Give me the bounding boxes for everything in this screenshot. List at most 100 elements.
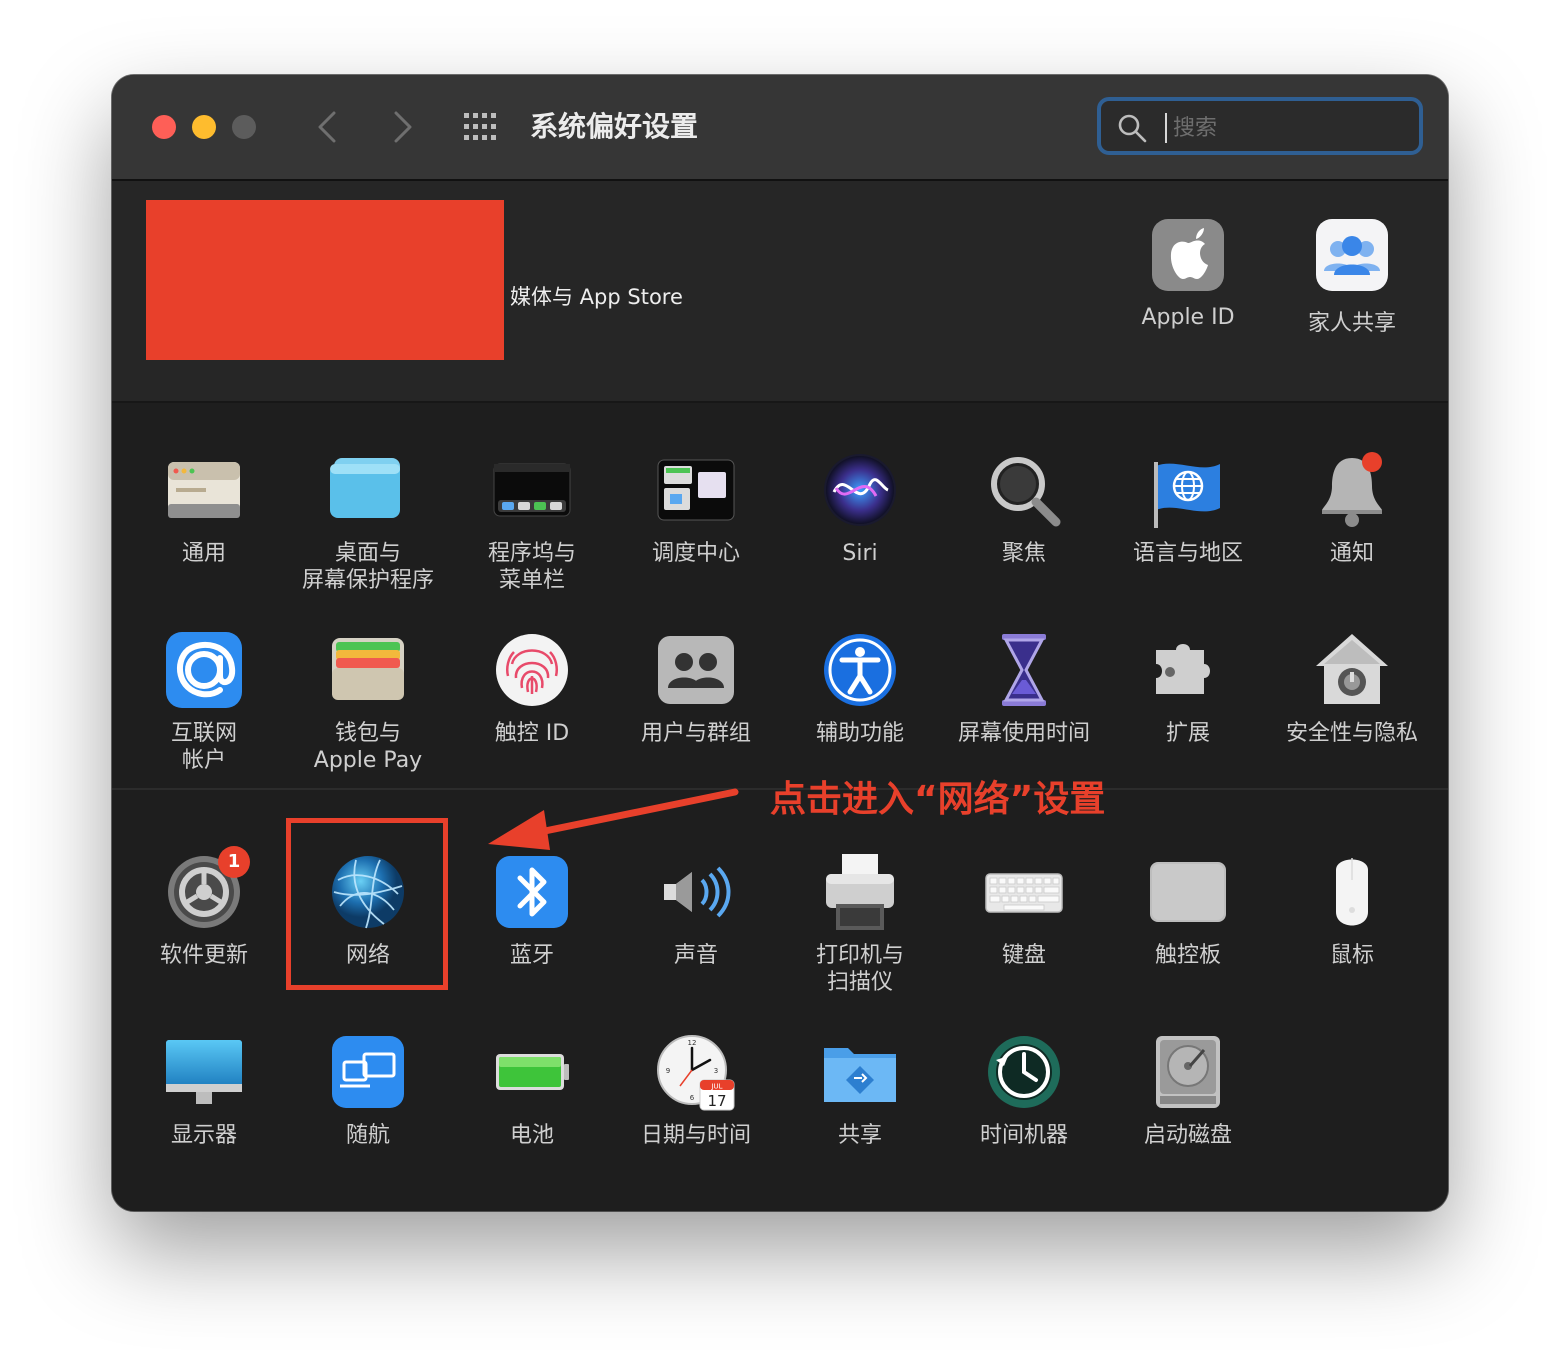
internet-accounts-icon <box>162 628 246 712</box>
pane-screentime[interactable]: 屏幕使用时间 <box>942 628 1106 747</box>
forward-button[interactable] <box>382 105 422 149</box>
battery-icon <box>490 1030 574 1114</box>
pane-label: 时间机器 <box>942 1122 1106 1149</box>
notifications-icon <box>1310 448 1394 532</box>
pane-displays[interactable]: 显示器 <box>122 1030 286 1149</box>
pane-dock[interactable]: 程序坞与 菜单栏 <box>450 448 614 594</box>
svg-text:12: 12 <box>688 1039 697 1047</box>
network-highlight-box <box>286 818 448 990</box>
pane-mouse[interactable]: 鼠标 <box>1270 850 1434 969</box>
pane-language[interactable]: 语言与地区 <box>1106 448 1270 567</box>
pane-notifications[interactable]: 通知 <box>1270 448 1434 567</box>
svg-text:3: 3 <box>714 1067 718 1075</box>
pane-bluetooth[interactable]: 蓝牙 <box>450 850 614 969</box>
pane-desktop[interactable]: 桌面与 屏幕保护程序 <box>286 448 450 594</box>
pane-keyboard[interactable]: 键盘 <box>942 850 1106 969</box>
pane-extensions[interactable]: 扩展 <box>1106 628 1270 747</box>
pane-sharing[interactable]: 共享 <box>778 1030 942 1149</box>
sharing-icon <box>818 1030 902 1114</box>
pane-label: 桌面与 屏幕保护程序 <box>286 540 450 594</box>
pane-label-line: 显示器 <box>170 1123 237 1148</box>
pane-label: 辅助功能 <box>778 720 942 747</box>
pane-touchid[interactable]: 触控 ID <box>450 628 614 747</box>
pane-accessibility[interactable]: 辅助功能 <box>778 628 942 747</box>
pane-label-line: 随航 <box>345 1123 390 1148</box>
screen-time-icon <box>982 628 1066 712</box>
pane-datetime[interactable]: 12 3 6 9 JUL 17 日期与时间 <box>614 1030 778 1149</box>
pane-label-line: 调度中心 <box>651 541 740 566</box>
pane-apple-id[interactable]: Apple ID <box>1118 215 1258 330</box>
pane-label: 触控板 <box>1106 942 1270 969</box>
show-all-button[interactable] <box>462 111 502 143</box>
keyboard-icon <box>982 850 1066 934</box>
pane-startup[interactable]: 启动磁盘 <box>1106 1030 1270 1149</box>
pane-label-line: 声音 <box>673 943 718 968</box>
sound-icon <box>654 850 738 934</box>
pane-label-line: 屏幕使用时间 <box>957 721 1090 746</box>
pane-label-line: 共享 <box>837 1123 882 1148</box>
pane-label: 程序坞与 菜单栏 <box>450 540 614 594</box>
pane-label-line: 键盘 <box>1001 943 1046 968</box>
update-count-badge: 1 <box>218 846 250 878</box>
extensions-icon <box>1146 628 1230 712</box>
pane-update[interactable]: 1 软件更新 <box>122 846 286 969</box>
pane-label: 显示器 <box>122 1122 286 1149</box>
displays-icon <box>162 1030 246 1114</box>
pane-label: 钱包与 Apple Pay <box>286 720 450 774</box>
mission-control-icon <box>654 448 738 532</box>
date-time-icon: 12 3 6 9 JUL 17 <box>654 1030 738 1114</box>
search-input[interactable] <box>1171 109 1405 147</box>
pane-family-sharing[interactable]: 家人共享 <box>1282 215 1422 337</box>
pane-label-line: 软件更新 <box>159 943 248 968</box>
family-sharing-icon <box>1316 219 1388 291</box>
search-field[interactable] <box>1097 97 1423 155</box>
pane-label: 电池 <box>450 1122 614 1149</box>
back-button[interactable] <box>308 105 348 149</box>
pane-label: 触控 ID <box>450 720 614 747</box>
pane-battery[interactable]: 电池 <box>450 1030 614 1149</box>
pane-label: 聚焦 <box>942 540 1106 567</box>
apple-id-label: Apple ID <box>1141 305 1235 330</box>
svg-text:9: 9 <box>666 1067 670 1075</box>
pane-sound[interactable]: 声音 <box>614 850 778 969</box>
pane-spotlight[interactable]: 聚焦 <box>942 448 1106 567</box>
pane-label-line: 通用 <box>181 541 226 566</box>
pane-siri[interactable]: Siri <box>778 448 942 567</box>
account-subtitle: 媒体与 App Store <box>510 285 683 309</box>
pane-label-line: 钱包与 <box>334 721 401 746</box>
users-groups-icon <box>654 628 738 712</box>
system-preferences-window: 系统偏好设置 媒体与 App Store Apple ID <box>112 75 1448 1211</box>
minimize-button[interactable] <box>192 115 216 139</box>
pane-general[interactable]: 通用 <box>122 448 286 567</box>
pane-label: 启动磁盘 <box>1106 1122 1270 1149</box>
accessibility-icon <box>818 628 902 712</box>
pane-security[interactable]: 安全性与隐私 <box>1270 628 1434 747</box>
pane-label-line: 电池 <box>509 1123 554 1148</box>
pane-label: Siri <box>778 540 942 567</box>
pane-mission[interactable]: 调度中心 <box>614 448 778 567</box>
pane-label-line: Siri <box>842 541 878 566</box>
pane-timemachine[interactable]: 时间机器 <box>942 1030 1106 1149</box>
general-icon <box>162 448 246 532</box>
pane-label-line: 用户与群组 <box>640 721 751 746</box>
desktop-screensaver-icon <box>326 448 410 532</box>
pane-internet[interactable]: 互联网 帐户 <box>122 628 286 774</box>
close-button[interactable] <box>152 115 176 139</box>
pane-label: 语言与地区 <box>1106 540 1270 567</box>
calendar-day: 17 <box>707 1092 726 1110</box>
title-bar: 系统偏好设置 <box>112 75 1448 181</box>
pane-wallet[interactable]: 钱包与 Apple Pay <box>286 628 450 774</box>
pane-label: 共享 <box>778 1122 942 1149</box>
pane-users[interactable]: 用户与群组 <box>614 628 778 747</box>
pane-printers[interactable]: 打印机与 扫描仪 <box>778 850 942 996</box>
bluetooth-icon <box>490 850 574 934</box>
pane-trackpad[interactable]: 触控板 <box>1106 850 1270 969</box>
siri-icon <box>818 448 902 532</box>
fullscreen-button[interactable] <box>232 115 256 139</box>
pane-sidecar[interactable]: 随航 <box>286 1030 450 1149</box>
pane-label: 互联网 帐户 <box>122 720 286 774</box>
mouse-icon <box>1310 850 1394 934</box>
pane-label: 随航 <box>286 1122 450 1149</box>
pane-label-line: 启动磁盘 <box>1143 1123 1232 1148</box>
pane-label-line: 聚焦 <box>1001 541 1046 566</box>
